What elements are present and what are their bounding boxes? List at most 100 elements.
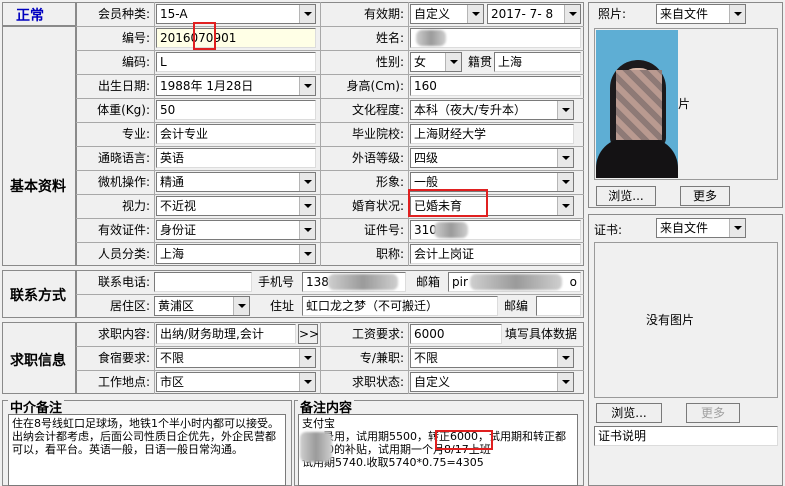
chevron-down-icon[interactable]: [299, 5, 315, 23]
school-label: 毕业院校:: [351, 127, 404, 141]
basic-info-title: 基本资料: [10, 179, 66, 195]
photo-caption-partial: 片: [678, 97, 691, 111]
cert-select[interactable]: 身份证: [156, 220, 316, 240]
address-input[interactable]: 虹口龙之梦（不可搬迁）: [302, 296, 498, 316]
gender-label: 性别:: [375, 55, 404, 69]
category-label: 人员分类:: [97, 247, 150, 261]
marital-label: 婚育状况:: [351, 199, 404, 213]
job-title: 求职信息: [10, 353, 66, 369]
highlight-box: [435, 430, 493, 450]
chevron-down-icon[interactable]: [729, 219, 745, 237]
status-label: 正常: [16, 8, 44, 24]
lang-level-select[interactable]: 四级: [410, 148, 574, 168]
jobstatus-label: 求职状态:: [351, 375, 404, 389]
certificate-label: 证书:: [594, 223, 623, 237]
postcode-label: 邮编: [504, 299, 529, 313]
code-label: 编码:: [121, 55, 150, 69]
redaction-blur: [470, 274, 562, 290]
computer-label: 微机操作:: [97, 175, 150, 189]
chevron-down-icon[interactable]: [445, 53, 461, 71]
chevron-down-icon[interactable]: [557, 373, 573, 391]
member-type-select[interactable]: 15-A: [156, 4, 316, 24]
validity-select[interactable]: 自定义: [410, 4, 484, 24]
member-type-label: 会员种类:: [97, 7, 150, 21]
category-select[interactable]: 上海: [156, 244, 316, 264]
certificate-more-button[interactable]: 更多: [686, 403, 740, 423]
chevron-down-icon[interactable]: [729, 5, 745, 23]
phone-label: 联系电话:: [97, 275, 150, 289]
computer-select[interactable]: 精通: [156, 172, 316, 192]
photo-more-button[interactable]: 更多: [680, 186, 730, 206]
phone-input[interactable]: [154, 272, 252, 292]
school-input[interactable]: 上海财经大学: [410, 124, 574, 144]
code-input[interactable]: L: [156, 52, 316, 72]
vision-label: 视力:: [121, 199, 150, 213]
weight-input[interactable]: 50: [156, 100, 316, 120]
photo-label: 照片:: [598, 7, 627, 21]
chevron-down-icon[interactable]: [467, 5, 483, 23]
education-select[interactable]: 本科（夜大/专升本）: [410, 100, 574, 120]
job-content-more-button[interactable]: >>: [298, 324, 319, 344]
native-label: 籍贯: [468, 55, 493, 69]
chevron-down-icon[interactable]: [299, 221, 315, 239]
name-label: 姓名:: [375, 31, 404, 45]
validity-date-picker[interactable]: 2017- 7- 8: [487, 4, 581, 24]
gender-select[interactable]: 女: [410, 52, 462, 72]
chevron-down-icon[interactable]: [299, 373, 315, 391]
chevron-down-icon[interactable]: [557, 197, 573, 215]
postcode-input[interactable]: [536, 296, 581, 316]
chevron-down-icon[interactable]: [299, 245, 315, 263]
height-label: 身高(Cm):: [346, 79, 404, 93]
location-select[interactable]: 市区: [156, 372, 316, 392]
chevron-down-icon[interactable]: [299, 349, 315, 367]
agency-notes-textarea[interactable]: 住在8号线虹口足球场，地铁1个半小时内都可以接受。出纳会计都考虑，后面公司性质日…: [8, 414, 286, 486]
id-no-label: 编号:: [121, 31, 150, 45]
language-input[interactable]: 英语: [156, 148, 316, 168]
district-select[interactable]: 黄浦区: [154, 296, 250, 316]
weight-label: 体重(Kg):: [97, 103, 150, 117]
chevron-down-icon[interactable]: [557, 149, 573, 167]
chevron-down-icon[interactable]: [299, 77, 315, 95]
certificate-browse-button[interactable]: 浏览...: [596, 403, 662, 423]
major-label: 专业:: [121, 127, 150, 141]
contact-title: 联系方式: [10, 288, 66, 304]
redaction-blur: [300, 432, 332, 462]
accommodation-label: 食宿要求:: [97, 351, 150, 365]
birth-label: 出生日期:: [97, 79, 150, 93]
education-label: 文化程度:: [351, 103, 404, 117]
major-input[interactable]: 会计专业: [156, 124, 316, 144]
chevron-down-icon[interactable]: [299, 197, 315, 215]
chevron-down-icon[interactable]: [299, 173, 315, 191]
remark-textarea[interactable]: 支付宝 录用，试用期5500，转正6000，试用期和转正都有240的补贴，试用期…: [298, 414, 578, 486]
parttime-select[interactable]: 不限: [410, 348, 574, 368]
job-content-label: 求职内容:: [97, 327, 150, 341]
basic-info-frame: [2, 26, 76, 266]
highlight-box: [408, 189, 488, 217]
language-label: 通晓语言:: [97, 151, 150, 165]
id-no-input[interactable]: 2016070901: [156, 28, 316, 48]
vision-select[interactable]: 不近视: [156, 196, 316, 216]
validity-label: 有效期:: [363, 7, 404, 21]
native-input[interactable]: 上海: [494, 52, 581, 72]
height-input[interactable]: 160: [410, 76, 581, 96]
salary-label: 工资要求:: [351, 327, 404, 341]
chevron-down-icon[interactable]: [564, 5, 580, 23]
job-content-input[interactable]: 出纳/财务助理,会计: [156, 324, 296, 344]
salary-input[interactable]: 6000: [410, 324, 502, 344]
photo-source-select[interactable]: 来自文件: [656, 4, 746, 24]
jobstatus-select[interactable]: 自定义: [410, 372, 574, 392]
cert-label: 有效证件:: [97, 223, 150, 237]
photo-browse-button[interactable]: 浏览...: [596, 186, 656, 206]
title-input[interactable]: 会计上岗证: [410, 244, 581, 264]
certificate-description-input[interactable]: 证书说明: [594, 426, 778, 446]
address-label: 住址: [270, 299, 295, 313]
chevron-down-icon[interactable]: [233, 297, 249, 315]
profile-photo: [596, 30, 678, 178]
chevron-down-icon[interactable]: [557, 101, 573, 119]
redaction-blur: [616, 70, 662, 140]
chevron-down-icon[interactable]: [557, 173, 573, 191]
certificate-source-select[interactable]: 来自文件: [656, 218, 746, 238]
chevron-down-icon[interactable]: [557, 349, 573, 367]
accommodation-select[interactable]: 不限: [156, 348, 316, 368]
birth-date-picker[interactable]: 1988年 1月28日: [156, 76, 316, 96]
